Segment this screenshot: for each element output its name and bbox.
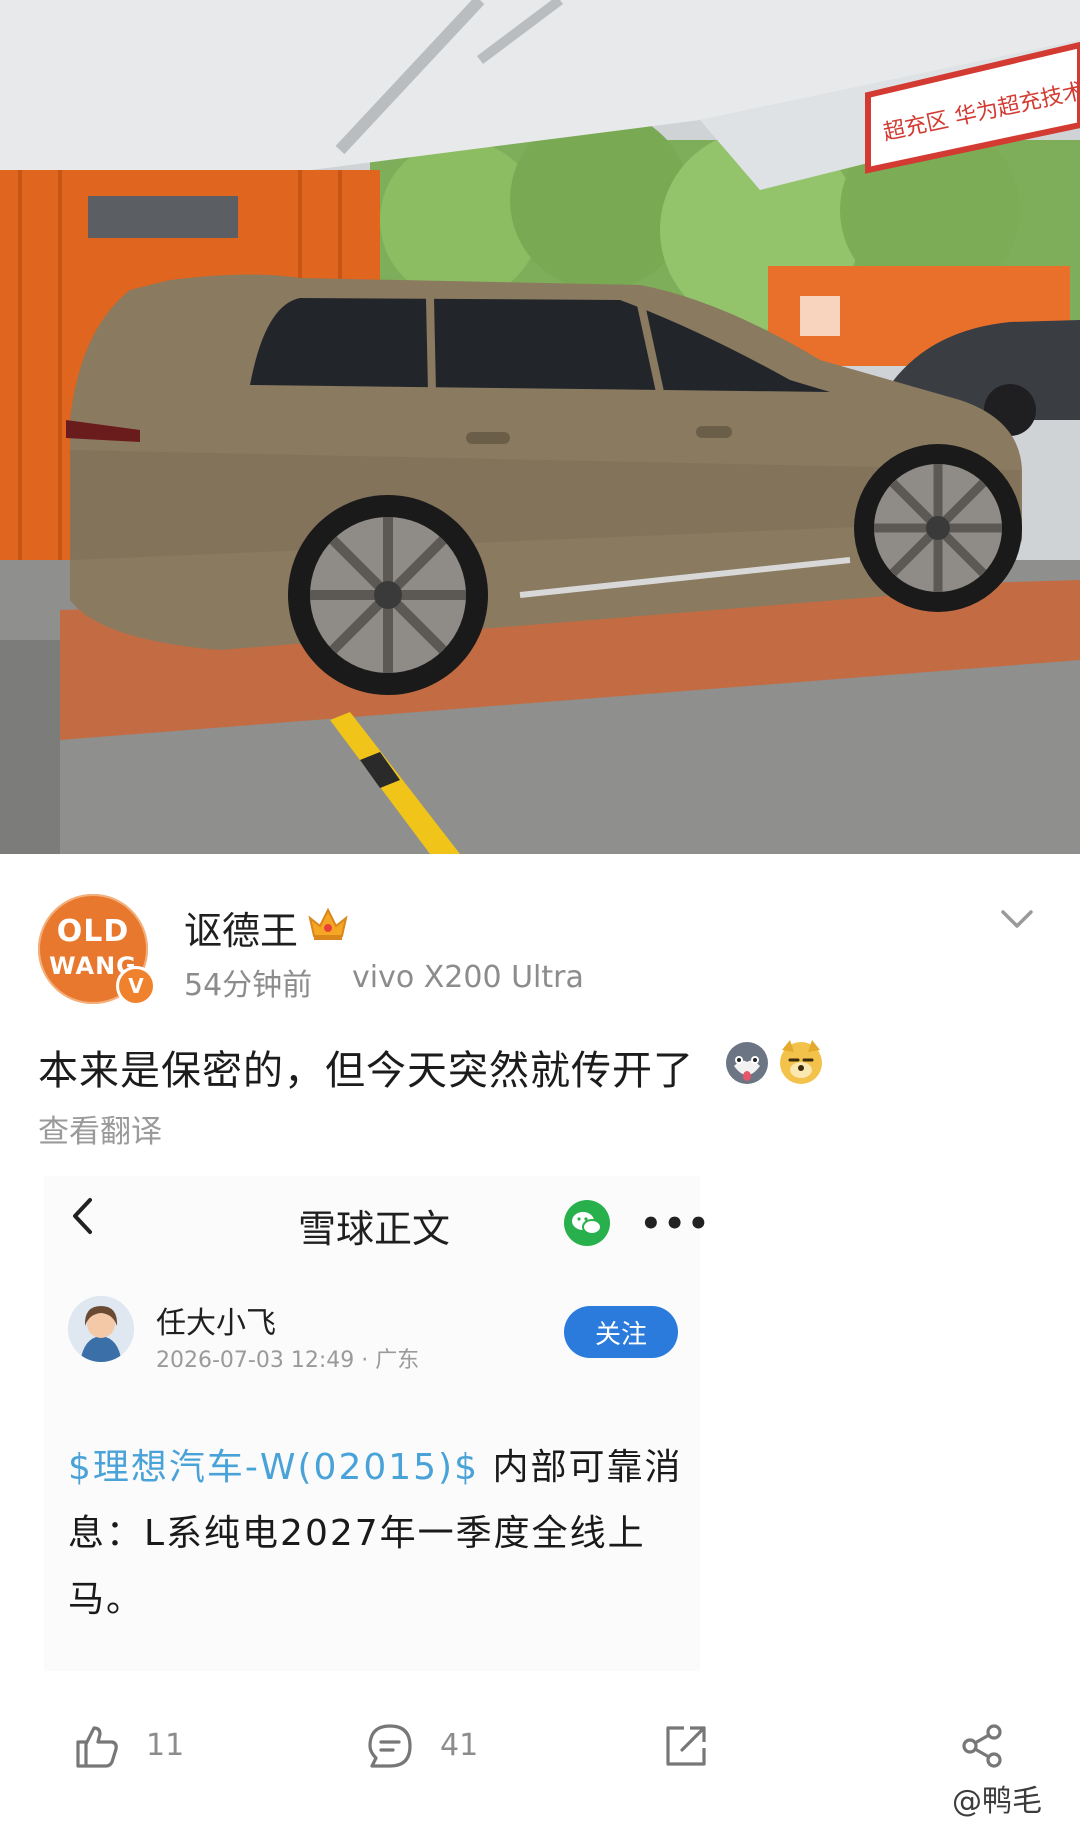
embed-body: $理想汽车-W(02015)$ 内部可靠消息：L系纯电2027年一季度全线上马。	[68, 1435, 688, 1633]
weibo-watermark: @鸭毛	[952, 1784, 1042, 1819]
forward-icon[interactable]	[662, 1722, 710, 1770]
author-name[interactable]: 讴德王	[184, 900, 298, 955]
embed-author-avatar	[68, 1296, 134, 1362]
husky-emoji	[726, 1042, 768, 1084]
post-device: vivo X200 Ultra	[352, 960, 584, 995]
front-wheel	[854, 444, 1022, 612]
post-time: 54分钟前	[184, 968, 313, 1003]
share-icon[interactable]	[958, 1722, 1006, 1770]
post-photo[interactable]: 超充区 华为超充技术支	[0, 0, 1080, 854]
embed-timestamp: 2026-07-03 12:49 · 广东	[156, 1348, 420, 1373]
comment-icon[interactable]	[366, 1722, 414, 1770]
post-text: 本来是保密的，但今天突然就传开了	[38, 1048, 694, 1094]
more-dots-icon: •••	[640, 1204, 712, 1244]
crown-icon	[308, 907, 348, 940]
like-count: 11	[146, 1728, 185, 1763]
chevron-down-icon[interactable]	[1000, 908, 1034, 930]
rear-wheel	[288, 495, 488, 695]
avatar-text-line1: OLD	[56, 914, 130, 949]
stock-tag-link: $理想汽车-W(02015)$	[68, 1447, 480, 1488]
doge-emoji	[780, 1040, 822, 1084]
translate-link[interactable]: 查看翻译	[38, 1106, 162, 1151]
follow-button: 关注	[564, 1306, 678, 1358]
embed-author-name: 任大小飞	[156, 1306, 276, 1341]
thumbs-up-icon[interactable]	[72, 1722, 120, 1770]
wechat-icon	[564, 1200, 610, 1246]
car-photo-scene: 超充区 华为超充技术支	[0, 0, 1080, 854]
comment-count: 41	[440, 1728, 479, 1763]
verified-badge: V	[116, 966, 156, 1006]
back-arrow-icon	[73, 1198, 92, 1234]
embed-title: 雪球正文	[298, 1207, 451, 1251]
